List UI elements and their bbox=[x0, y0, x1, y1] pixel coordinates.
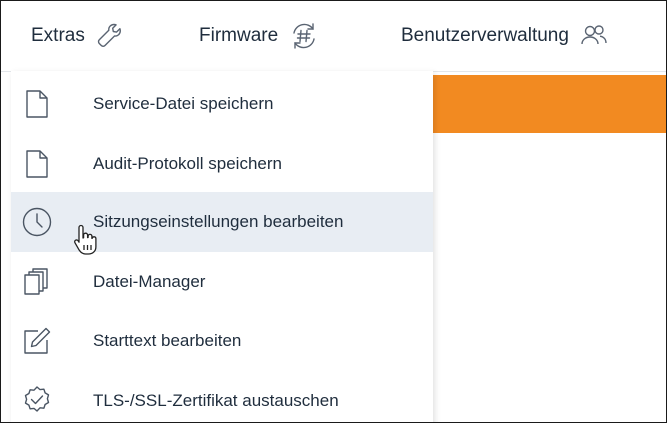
menu-benutzerverwaltung[interactable]: Benutzerverwaltung bbox=[401, 1, 609, 71]
menu-extras-label: Extras bbox=[31, 25, 85, 46]
menu-firmware-label: Firmware bbox=[199, 25, 279, 46]
wrench-icon bbox=[95, 21, 125, 51]
menu-item-service-datei[interactable]: Service-Datei speichern bbox=[11, 74, 433, 134]
menu-item-label: Audit-Protokoll speichern bbox=[93, 154, 282, 173]
menu-item-tls-zertifikat[interactable]: TLS-/SSL-Zertifikat austauschen bbox=[11, 371, 433, 422]
app-frame: Extras Firmware Benutzerverwaltung Servi… bbox=[0, 0, 667, 423]
files-icon bbox=[21, 266, 53, 298]
menu-item-datei-manager[interactable]: Datei-Manager bbox=[11, 252, 433, 312]
menu-item-audit-protokoll[interactable]: Audit-Protokoll speichern bbox=[11, 134, 433, 194]
extras-dropdown-menu: Service-Datei speichern Audit-Protokoll … bbox=[11, 71, 433, 422]
firmware-update-icon bbox=[288, 20, 320, 52]
menu-item-label: Sitzungseinstellungen bearbeiten bbox=[93, 212, 344, 231]
edit-icon bbox=[21, 325, 53, 357]
clock-icon bbox=[21, 206, 53, 238]
menu-item-label: Datei-Manager bbox=[93, 272, 206, 291]
menu-item-label: Service-Datei speichern bbox=[93, 94, 274, 113]
menu-extras[interactable]: Extras bbox=[31, 1, 125, 71]
users-icon bbox=[579, 21, 609, 51]
menu-firmware[interactable]: Firmware bbox=[199, 1, 320, 71]
menu-item-sitzungseinstellungen[interactable]: Sitzungseinstellungen bearbeiten bbox=[11, 192, 433, 252]
document-icon bbox=[21, 88, 53, 120]
menu-item-starttext[interactable]: Starttext bearbeiten bbox=[11, 311, 433, 371]
menu-item-label: Starttext bearbeiten bbox=[93, 331, 242, 350]
menu-item-label: TLS-/SSL-Zertifikat austauschen bbox=[93, 391, 339, 410]
document-icon bbox=[21, 148, 53, 180]
menu-users-label: Benutzerverwaltung bbox=[401, 25, 569, 46]
certificate-icon bbox=[21, 385, 53, 417]
menu-bar: Extras Firmware Benutzerverwaltung bbox=[1, 1, 666, 72]
